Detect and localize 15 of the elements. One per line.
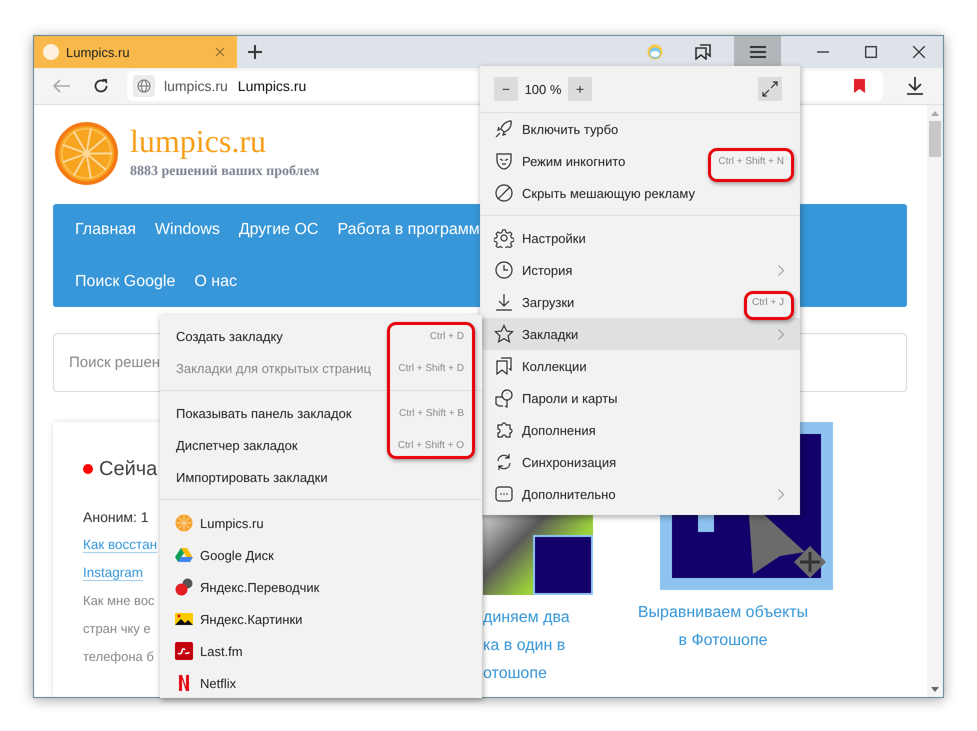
shortcut-hint: Ctrl + D xyxy=(430,330,464,342)
zoom-level: 100 % xyxy=(524,82,562,96)
page-title: Lumpics.ru xyxy=(238,78,306,94)
site-tagline: 8883 решений ваших проблем xyxy=(130,164,320,180)
shortcut-hint: Ctrl + Shift + B xyxy=(398,408,464,418)
shortcut-hint: Ctrl + J xyxy=(752,296,784,308)
comment-text: Как мне вос xyxy=(83,592,155,610)
shortcut-hint: Ctrl + Shift + D xyxy=(398,362,464,374)
comment-text: стран чку е xyxy=(83,620,151,638)
url-domain: lumpics.ru xyxy=(164,78,228,94)
card-heading: Сейча xyxy=(99,458,158,480)
comment-author: Аноним: 1 xyxy=(83,508,149,527)
shortcut-hint: Ctrl + Shift + O xyxy=(398,440,464,450)
comment-text: телефона б xyxy=(83,648,154,666)
shortcut-hint: Ctrl + Shift + N xyxy=(718,156,784,166)
